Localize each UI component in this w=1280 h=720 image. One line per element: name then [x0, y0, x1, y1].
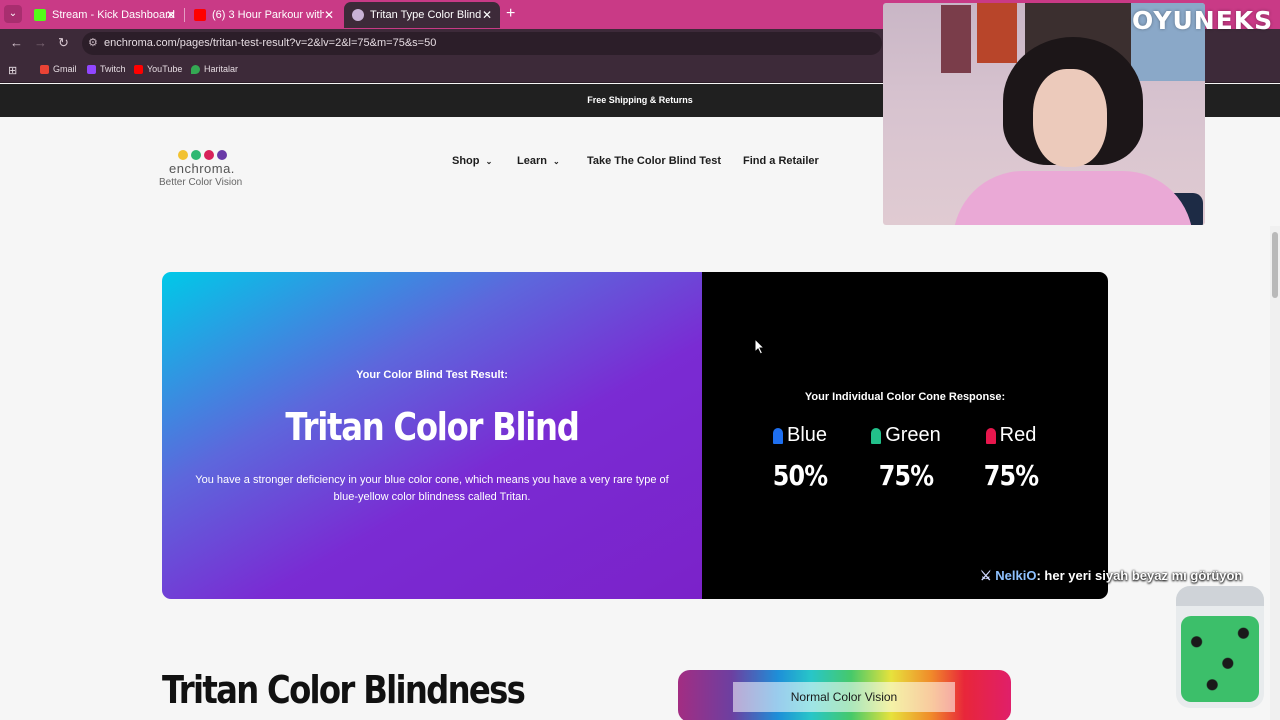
chevron-down-icon: ⌄	[553, 157, 560, 166]
bookmark-label: Gmail	[53, 64, 77, 74]
result-label: Your Color Blind Test Result:	[356, 369, 508, 381]
bookmark-label: Haritalar	[204, 64, 239, 74]
cone-green: Green 75%	[851, 424, 961, 492]
logo-dot-yellow	[178, 150, 188, 160]
green-cone-icon	[871, 427, 882, 444]
cone-name: Blue	[786, 424, 828, 446]
site-info-icon[interactable]: ⚙	[88, 32, 98, 55]
bookmark-haritalar[interactable]: Haritalar	[191, 64, 238, 74]
logo-dot-purple	[217, 150, 227, 160]
cone-value: 75%	[983, 459, 1039, 492]
back-arrow-icon[interactable]: ←	[10, 35, 23, 50]
tab-title: Tritan Type Color Blindness Test	[370, 9, 482, 21]
jar-contents	[1181, 616, 1259, 702]
tab-tritan-test[interactable]: Tritan Type Color Blindness Test ✕	[344, 2, 500, 28]
test-result-card: Your Color Blind Test Result: Tritan Col…	[162, 272, 1108, 599]
cone-response-panel: Your Individual Color Cone Response: Blu…	[702, 272, 1108, 599]
nav-find-retailer[interactable]: Find a Retailer	[743, 155, 819, 167]
cone-value: 75%	[878, 459, 934, 492]
channel-logo: OYUNEKS	[1132, 6, 1273, 35]
close-tab-icon[interactable]: ✕	[166, 8, 176, 22]
tab-separator	[184, 8, 185, 22]
chat-message-overlay: ⚔ NelkiO: her yeri siyah beyaz mı görüyo…	[980, 568, 1242, 584]
mouse-cursor-icon	[755, 339, 765, 355]
chevron-down-icon: ⌄	[485, 157, 493, 166]
enchroma-favicon-icon	[352, 9, 364, 21]
cone-response-title: Your Individual Color Cone Response:	[804, 391, 1006, 403]
wall-poster	[977, 3, 1017, 63]
apps-grid-icon[interactable]: ⊞	[8, 64, 17, 77]
spectrum-button-label: Normal Color Vision	[733, 682, 955, 712]
gmail-icon	[40, 64, 49, 74]
tab-youtube-parkour[interactable]: (6) 3 Hour Parkour with Shaders ✕	[186, 2, 342, 28]
close-tab-icon[interactable]: ✕	[324, 8, 334, 22]
logo-dot-green	[191, 150, 201, 160]
logo-dot-red	[204, 150, 214, 160]
kick-favicon-icon	[34, 9, 46, 21]
bookmark-label: Twitch	[100, 64, 126, 74]
brand-name: enchroma.	[169, 161, 235, 176]
wall-poster	[941, 5, 971, 73]
cone-value: 50%	[772, 459, 828, 492]
tab-title: Stream - Kick Dashboard	[52, 9, 175, 21]
reload-icon[interactable]: ↻	[58, 35, 69, 51]
twitch-icon	[87, 64, 96, 74]
tab-search-menu-icon[interactable]: ⌄	[4, 5, 22, 23]
cone-blue: Blue 50%	[745, 424, 855, 492]
cone-red: Red 75%	[956, 424, 1066, 492]
bookmark-twitch[interactable]: Twitch	[87, 64, 126, 74]
tab-title: (6) 3 Hour Parkour with Shaders	[212, 9, 324, 21]
bookmark-youtube[interactable]: YouTube	[134, 64, 182, 74]
youtube-icon	[134, 64, 143, 74]
cone-name: Green	[885, 424, 941, 446]
url-text: enchroma.com/pages/tritan-test-result?v=…	[104, 37, 437, 49]
close-tab-icon[interactable]: ✕	[482, 8, 492, 22]
new-tab-icon[interactable]: +	[506, 5, 515, 23]
brand-tagline: Better Color Vision	[159, 177, 243, 188]
tab-kick-dashboard[interactable]: Stream - Kick Dashboard ✕	[26, 2, 184, 28]
bookmark-label: YouTube	[147, 64, 183, 74]
nav-learn[interactable]: Learn ⌄	[517, 155, 560, 167]
address-bar[interactable]: ⚙ enchroma.com/pages/tritan-test-result?…	[82, 32, 882, 55]
youtube-favicon-icon	[194, 9, 206, 21]
result-summary-panel: Your Color Blind Test Result: Tritan Col…	[162, 272, 702, 599]
normal-color-vision-button[interactable]: Normal Color Vision	[678, 670, 1011, 720]
enchroma-logo[interactable]: enchroma. Better Color Vision	[159, 150, 249, 188]
logo-dots	[178, 150, 249, 160]
page-scrollbar[interactable]	[1270, 226, 1280, 720]
red-cone-icon	[985, 427, 996, 444]
result-title: Tritan Color Blind	[285, 405, 579, 449]
scrollbar-thumb[interactable]	[1272, 232, 1278, 298]
result-description: You have a stronger deficiency in your b…	[195, 474, 669, 503]
chat-username: NelkiO	[995, 568, 1037, 583]
chat-text: : her yeri siyah beyaz mı görüyon	[1036, 568, 1243, 583]
bookmark-gmail[interactable]: Gmail	[40, 64, 77, 74]
blue-cone-icon	[772, 427, 783, 444]
jar-widget	[1176, 586, 1264, 708]
streamer-shirt	[953, 171, 1193, 225]
streamer-face	[1033, 69, 1107, 167]
sword-icon: ⚔	[980, 568, 992, 583]
nav-take-test[interactable]: Take The Color Blind Test	[587, 155, 721, 167]
nav-label: Shop	[452, 155, 480, 167]
section-heading: Tritan Color Blindness	[162, 668, 526, 712]
nav-shop[interactable]: Shop ⌄	[452, 155, 492, 167]
forward-arrow-icon[interactable]: →	[34, 35, 47, 50]
webcam-feed	[883, 3, 1205, 225]
channel-name: OYUNEKS	[1132, 6, 1274, 35]
nav-label: Learn	[517, 155, 547, 167]
cone-name: Red	[999, 424, 1037, 446]
jar-lid	[1176, 586, 1264, 606]
maps-pin-icon	[191, 64, 200, 74]
